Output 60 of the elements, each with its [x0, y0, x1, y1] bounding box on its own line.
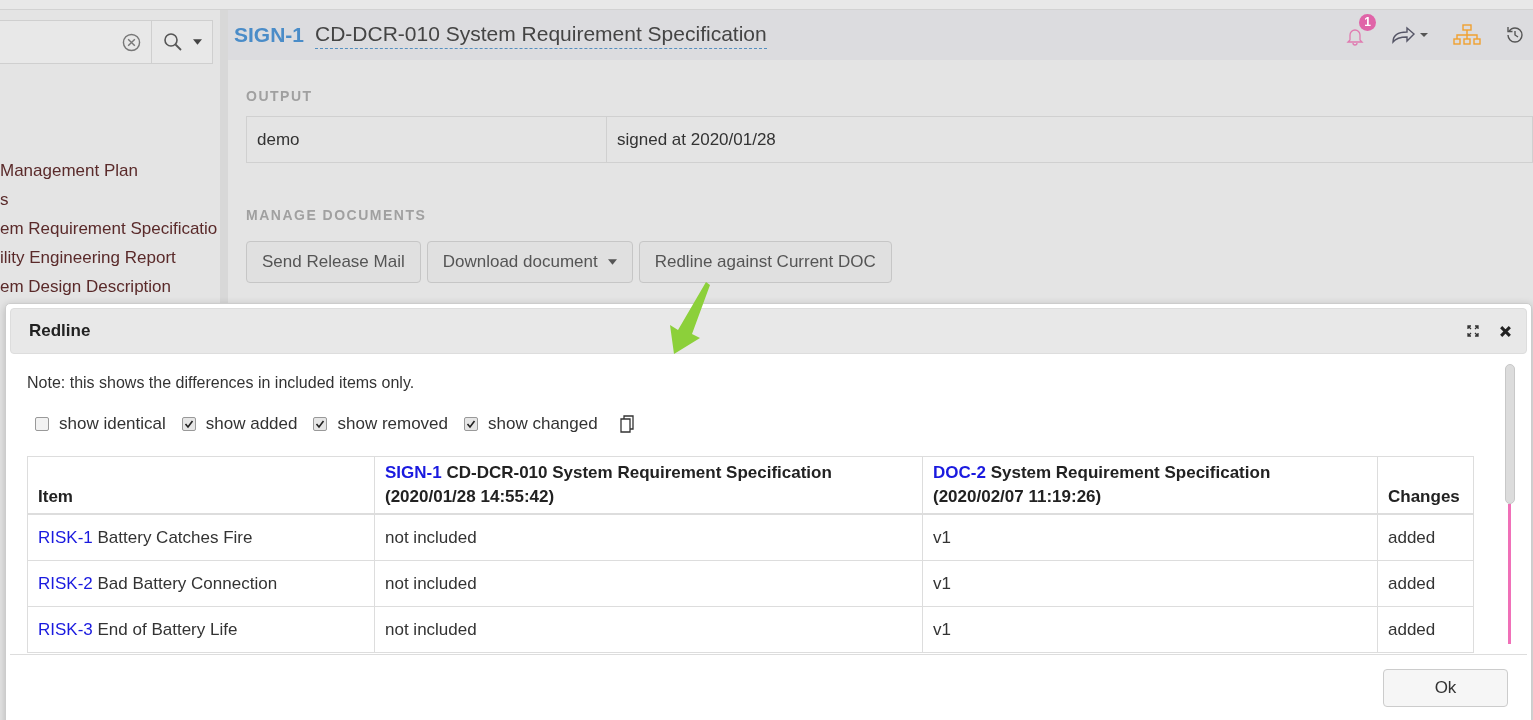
clear-icon[interactable] [122, 32, 141, 52]
checkbox-label[interactable]: show identical [59, 414, 166, 434]
notification-badge: 1 [1359, 14, 1376, 31]
table-cell: v1 [922, 514, 1378, 561]
tree-item[interactable]: ility Engineering Report [0, 243, 218, 272]
scrollbar-thumb[interactable] [1505, 364, 1515, 504]
ok-button[interactable]: Ok [1383, 669, 1508, 707]
dialog-title: Redline [29, 321, 91, 341]
table-cell: not included [374, 514, 923, 561]
table-cell: added [1377, 606, 1474, 653]
tree-item[interactable]: em Design Description [0, 272, 218, 301]
checkbox-label[interactable]: show removed [337, 414, 449, 434]
item-title: Battery Catches Fire [97, 527, 253, 547]
item-link[interactable]: RISK-3 [38, 619, 93, 639]
checkbox[interactable] [181, 417, 196, 431]
caret-icon[interactable] [192, 39, 202, 45]
checkbox[interactable] [464, 417, 479, 431]
item-link[interactable]: RISK-2 [38, 573, 93, 593]
table-cell: not included [374, 560, 923, 607]
checkbox-label[interactable]: show changed [488, 414, 598, 434]
table-cell: v1 [922, 606, 1378, 653]
item-id: SIGN-1 [234, 23, 304, 47]
item-title: End of Battery Life [97, 619, 238, 639]
table-cell-text: signed at 2020/01/28 [616, 129, 776, 151]
tree-item[interactable]: Management Plan [0, 156, 218, 185]
section-heading: MANAGE DOCUMENTS [246, 207, 428, 223]
action-button[interactable]: Download document [426, 241, 633, 283]
column-header: Changes [1377, 456, 1474, 514]
checkbox[interactable] [313, 417, 328, 431]
caret-icon [607, 259, 617, 265]
history-icon[interactable] [1505, 25, 1525, 45]
document-link[interactable]: DOC-2 [933, 463, 986, 482]
close-icon[interactable] [1499, 324, 1512, 338]
document-title: CD-DCR-010 System Requirement Specification [446, 463, 832, 482]
document-title: System Requirement Specification [990, 463, 1271, 482]
search-field[interactable] [0, 20, 213, 64]
table-cell: v1 [922, 560, 1378, 607]
column-header: Item [27, 456, 375, 514]
note-text: Note: this shows the differences in included items only. [27, 374, 416, 392]
table-cell: demo [247, 117, 607, 162]
document-date: (2020/02/07 11:19:26) [933, 487, 1103, 507]
action-button[interactable]: Send Release Mail [246, 241, 421, 283]
tree-item[interactable]: s [0, 185, 218, 214]
item-title[interactable]: CD-DCR-010 System Requirement Specification [315, 21, 767, 49]
checkbox[interactable] [35, 417, 49, 431]
search-icon[interactable] [162, 32, 183, 52]
document-date: (2020/01/28 14:55:42) [385, 487, 556, 507]
document-link[interactable]: SIGN-1 [385, 463, 442, 482]
item-title: Bad Battery Connection [97, 573, 278, 593]
table-cell: not included [374, 606, 923, 653]
copy-icon[interactable] [619, 415, 634, 433]
item-link[interactable]: RISK-1 [38, 527, 93, 547]
action-button[interactable]: Redline against Current DOC [638, 241, 892, 283]
checkbox-label[interactable]: show added [205, 414, 298, 434]
tree-item[interactable]: em Requirement Specificatio [0, 214, 218, 243]
share-icon[interactable] [1391, 25, 1429, 45]
table-cell: added [1377, 514, 1474, 561]
table-cell: added [1377, 560, 1474, 607]
section-heading: OUTPUT [246, 88, 314, 104]
maximize-icon[interactable] [1467, 325, 1479, 337]
